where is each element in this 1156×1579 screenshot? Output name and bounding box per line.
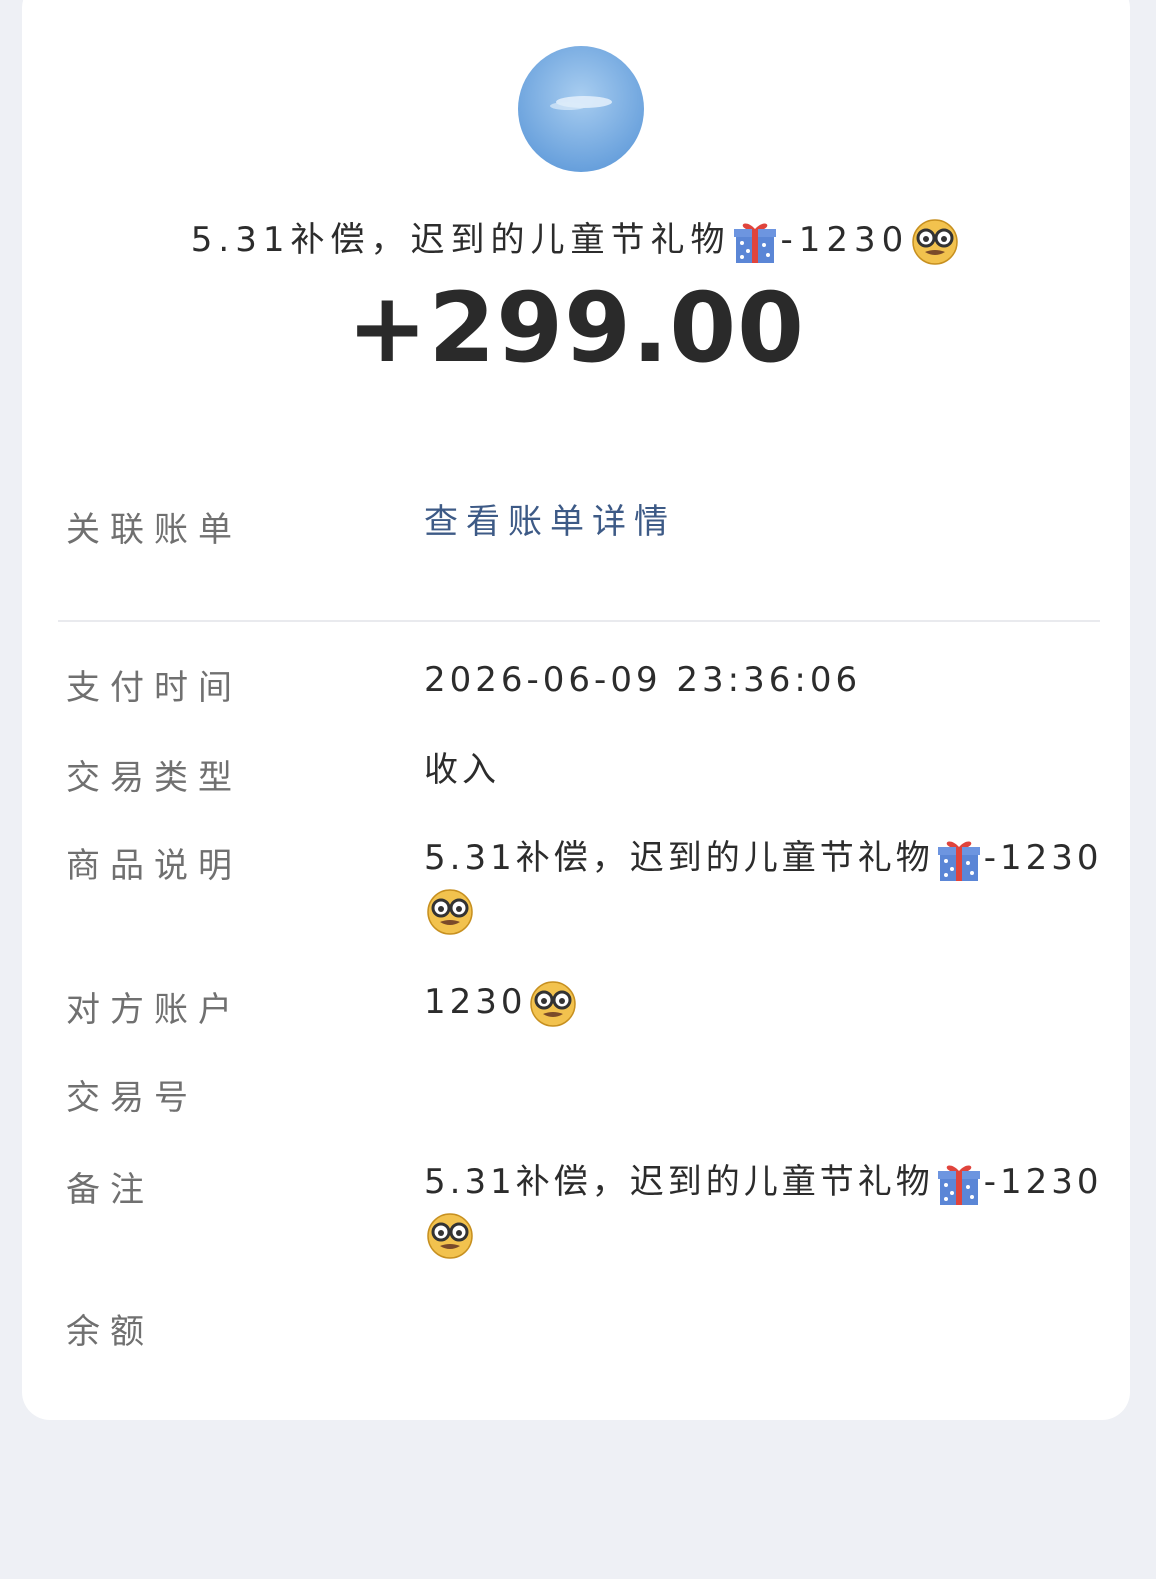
transaction-title: 5.31补偿，迟到的儿童节礼物 -1230 [22, 212, 1130, 266]
gift-icon [936, 1161, 982, 1207]
trade-type-value: 收入 [424, 750, 500, 790]
balance-label: 余额 [66, 1312, 154, 1352]
nerd-face-icon [426, 888, 474, 936]
remark-value: 5.31补偿，迟到的儿童节礼物 -1230 [424, 1156, 1104, 1260]
title-text: 5.31补偿，迟到的儿童节礼物 [190, 220, 731, 260]
nerd-face-icon [911, 218, 959, 266]
view-bill-details-link[interactable]: 查看账单详情 [424, 496, 1104, 548]
divider [58, 620, 1100, 622]
pay-time-value: 2026-06-09 23:36:06 [424, 660, 862, 700]
avatar[interactable] [518, 46, 644, 172]
counterparty-label: 对方账户 [66, 990, 242, 1030]
goods-desc-text: 5.31补偿，迟到的儿童节礼物 [424, 838, 934, 878]
goods-desc-suffix: -1230 [983, 838, 1103, 878]
linked-bill-label: 关联账单 [66, 510, 242, 550]
amount: +299.00 [347, 272, 805, 384]
remark-label: 备注 [66, 1170, 154, 1210]
transaction-card: 5.31补偿，迟到的儿童节礼物 -1230 +299.00 关联账单 查看账单详情… [22, 0, 1130, 1420]
remark-suffix: -1230 [983, 1162, 1103, 1202]
gift-icon [936, 837, 982, 883]
trade-type-label: 交易类型 [66, 758, 242, 798]
counterparty-text: 1230 [424, 982, 527, 1022]
counterparty-value: 1230 [424, 976, 1104, 1028]
pay-time-label: 支付时间 [66, 668, 242, 708]
gift-icon [732, 219, 778, 265]
goods-desc-label: 商品说明 [66, 846, 242, 886]
trade-no-label: 交易号 [66, 1078, 198, 1118]
title-suffix: -1230 [780, 220, 910, 260]
nerd-face-icon [426, 1212, 474, 1260]
nerd-face-icon [529, 980, 577, 1028]
remark-text: 5.31补偿，迟到的儿童节礼物 [424, 1162, 934, 1202]
goods-desc-value: 5.31补偿，迟到的儿童节礼物 -1230 [424, 832, 1104, 936]
